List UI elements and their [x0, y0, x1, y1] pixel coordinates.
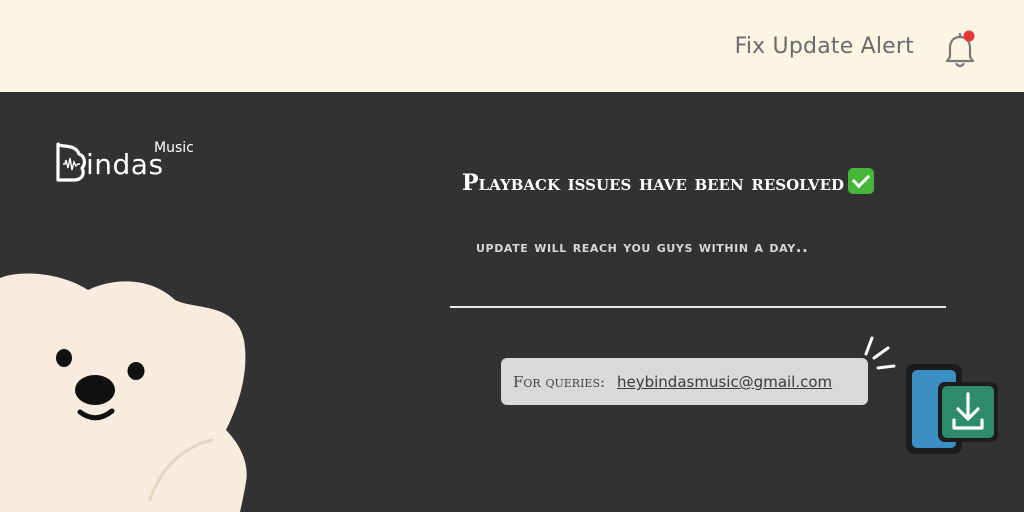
app-header: Fix Update Alert [0, 0, 1024, 92]
phone-download-icon [864, 336, 998, 454]
logo-wordmark: indas [86, 148, 164, 181]
notification-dot [963, 30, 975, 42]
query-label: For queries: [513, 373, 606, 391]
bear-illustration [0, 273, 247, 512]
contact-box: For queries: heybindasmusic@gmail.com [501, 358, 868, 405]
page-title: Fix Update Alert [734, 34, 914, 59]
divider [450, 306, 946, 308]
headline-text: Playback issues have been resolved [462, 170, 845, 196]
logo-heart-b-icon [56, 142, 86, 182]
subline: update will reach you guys within a day.… [476, 238, 809, 256]
bell-icon[interactable] [940, 28, 980, 72]
logo-superscript: Music [154, 140, 194, 156]
bindas-music-logo: indas Music [54, 138, 204, 190]
email-link[interactable]: heybindasmusic@gmail.com [617, 373, 832, 391]
headline: Playback issues have been resolved [462, 168, 962, 196]
check-mark-icon [848, 168, 875, 194]
